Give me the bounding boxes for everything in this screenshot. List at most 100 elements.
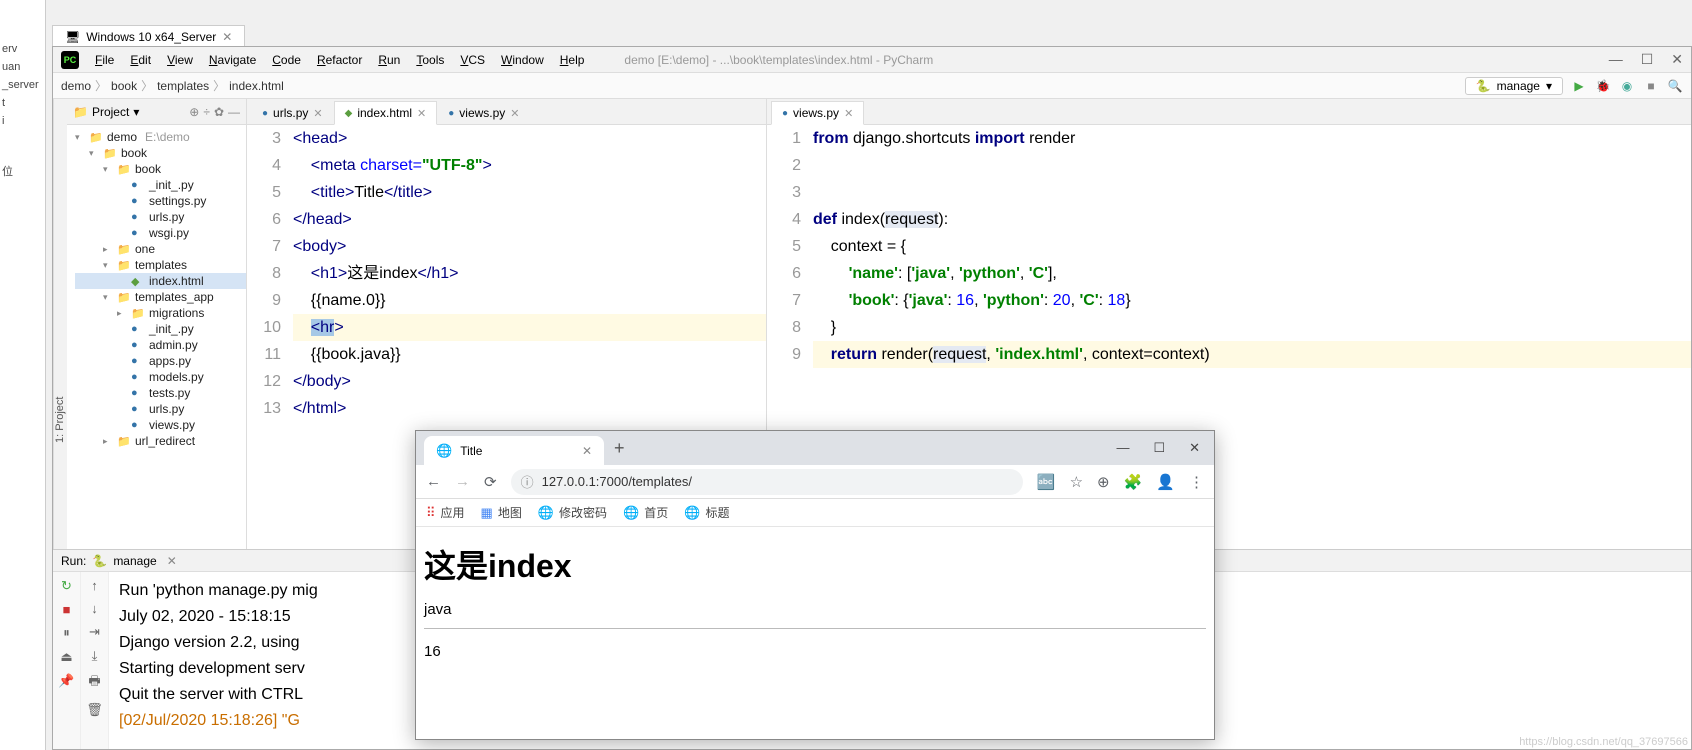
tree-node[interactable]: ●admin.py bbox=[75, 337, 246, 353]
close-icon[interactable]: ✕ bbox=[167, 554, 177, 568]
install-icon[interactable]: ⊕ bbox=[1097, 473, 1110, 491]
extensions-icon[interactable]: 🧩 bbox=[1124, 473, 1143, 491]
back-icon[interactable]: ← bbox=[426, 473, 441, 490]
project-header-label: Project bbox=[92, 105, 129, 119]
editor-tab[interactable]: ●views.py✕ bbox=[437, 101, 530, 125]
pause-icon[interactable]: ⏸ bbox=[63, 625, 70, 641]
rerun-icon[interactable]: ↻ bbox=[61, 578, 72, 594]
editor-tab[interactable]: ●urls.py✕ bbox=[251, 101, 334, 125]
info-icon[interactable]: ⓘ bbox=[521, 472, 534, 491]
menu-view[interactable]: View bbox=[159, 51, 201, 69]
tree-node[interactable]: ●_init_.py bbox=[75, 321, 246, 337]
profile-icon[interactable]: 👤 bbox=[1156, 473, 1175, 491]
menu-icon[interactable]: ⋮ bbox=[1189, 473, 1204, 491]
menu-tools[interactable]: Tools bbox=[408, 51, 452, 69]
page-text-2: 16 bbox=[424, 643, 1206, 660]
gear-icon[interactable]: ✿ bbox=[214, 105, 224, 119]
tree-node[interactable]: ●urls.py bbox=[75, 401, 246, 417]
bookmark-item[interactable]: 🌐修改密码 bbox=[538, 504, 607, 521]
run-config-name: manage bbox=[113, 554, 156, 568]
minimize-icon[interactable]: — bbox=[1116, 440, 1129, 456]
up-icon[interactable]: ↑ bbox=[91, 578, 98, 593]
run-config-dropdown[interactable]: 🐍 manage ▾ bbox=[1465, 77, 1563, 95]
breadcrumb[interactable]: demo〉book〉templates〉index.html bbox=[61, 77, 284, 94]
menu-window[interactable]: Window bbox=[493, 51, 552, 69]
menu-vcs[interactable]: VCS bbox=[452, 51, 493, 69]
close-icon[interactable]: ✕ bbox=[582, 444, 592, 458]
hide-icon[interactable]: — bbox=[228, 105, 240, 119]
tree-node[interactable]: ▸📁url_redirect bbox=[75, 433, 246, 449]
bookmark-item[interactable]: 🌐首页 bbox=[623, 504, 668, 521]
breadcrumb-item[interactable]: demo bbox=[61, 79, 91, 93]
print-icon[interactable]: 🖶 bbox=[88, 672, 100, 694]
new-tab-button[interactable]: + bbox=[614, 438, 625, 459]
bookmark-item[interactable]: ▦地图 bbox=[481, 504, 522, 521]
stop-icon[interactable]: ■ bbox=[63, 602, 71, 617]
search-icon[interactable]: 🔍 bbox=[1667, 78, 1683, 94]
tree-node[interactable]: ▸📁one bbox=[75, 241, 246, 257]
os-left-sidebar: erv uan _server t i 位 bbox=[0, 0, 46, 750]
close-icon[interactable]: ✕ bbox=[1189, 440, 1200, 456]
editor-tabs-right: ●views.py✕ bbox=[767, 99, 1691, 125]
globe-icon: 🌐 bbox=[436, 443, 452, 459]
tree-node[interactable]: ●_init_.py bbox=[75, 177, 246, 193]
menu-navigate[interactable]: Navigate bbox=[201, 51, 264, 69]
tree-node[interactable]: ●urls.py bbox=[75, 209, 246, 225]
forward-icon[interactable]: → bbox=[455, 473, 470, 490]
folder-icon: 📁 bbox=[73, 105, 88, 119]
breadcrumb-item[interactable]: templates bbox=[157, 79, 209, 93]
wrap-icon[interactable]: ⇥ bbox=[89, 624, 100, 640]
translate-icon[interactable]: 🔤 bbox=[1037, 473, 1056, 491]
exit-icon[interactable]: ⏏ bbox=[60, 649, 72, 665]
chevron-down-icon[interactable]: ▾ bbox=[133, 105, 139, 119]
tree-node[interactable]: ●views.py bbox=[75, 417, 246, 433]
divide-icon[interactable]: ÷ bbox=[203, 105, 210, 119]
menu-code[interactable]: Code bbox=[264, 51, 309, 69]
page-content: 这是index java 16 bbox=[416, 527, 1214, 739]
page-heading: 这是index bbox=[424, 541, 1206, 587]
browser-tab[interactable]: 🌐 Title ✕ bbox=[424, 436, 604, 466]
stop-icon[interactable]: ■ bbox=[1643, 78, 1659, 94]
tree-node[interactable]: ▾📁templates_app bbox=[75, 289, 246, 305]
tree-node[interactable]: ●apps.py bbox=[75, 353, 246, 369]
minimize-icon[interactable]: — bbox=[1609, 51, 1623, 68]
menu-edit[interactable]: Edit bbox=[122, 51, 159, 69]
menu-refactor[interactable]: Refactor bbox=[309, 51, 370, 69]
scroll-icon[interactable]: ⤓ bbox=[92, 648, 98, 664]
run-with-coverage-icon[interactable]: ◉ bbox=[1619, 78, 1635, 94]
tree-node[interactable]: ▾📁book bbox=[75, 161, 246, 177]
menu-run[interactable]: Run bbox=[370, 51, 408, 69]
bookmark-item[interactable]: 🌐标题 bbox=[684, 504, 729, 521]
editor-tab[interactable]: ◆index.html✕ bbox=[334, 101, 438, 125]
bookmark-item[interactable]: ⠿应用 bbox=[426, 504, 465, 521]
breadcrumb-item[interactable]: book bbox=[111, 79, 137, 93]
breadcrumb-item[interactable]: index.html bbox=[229, 79, 284, 93]
tree-node[interactable]: ●settings.py bbox=[75, 193, 246, 209]
trash-icon[interactable]: 🗑 bbox=[86, 702, 103, 718]
debug-icon[interactable]: 🐞 bbox=[1595, 78, 1611, 94]
close-icon[interactable]: ✕ bbox=[222, 30, 232, 44]
menu-file[interactable]: File bbox=[87, 51, 122, 69]
close-icon[interactable]: ✕ bbox=[1671, 51, 1683, 68]
run-icon[interactable]: ▶ bbox=[1571, 78, 1587, 94]
tree-node[interactable]: ▾📁templates bbox=[75, 257, 246, 273]
tree-node[interactable]: ▸📁migrations bbox=[75, 305, 246, 321]
address-bar[interactable]: ⓘ 127.0.0.1:7000/templates/ bbox=[511, 469, 1023, 495]
tree-node[interactable]: ●tests.py bbox=[75, 385, 246, 401]
star-icon[interactable]: ☆ bbox=[1070, 473, 1083, 491]
page-text-1: java bbox=[424, 601, 1206, 618]
pin-icon[interactable]: 📌 bbox=[58, 673, 74, 689]
url-text: 127.0.0.1:7000/templates/ bbox=[542, 474, 692, 489]
menu-help[interactable]: Help bbox=[552, 51, 593, 69]
tree-node[interactable]: ●models.py bbox=[75, 369, 246, 385]
tree-node[interactable]: ▾📁book bbox=[75, 145, 246, 161]
editor-tab[interactable]: ●views.py✕ bbox=[771, 101, 864, 125]
reload-icon[interactable]: ⟳ bbox=[484, 473, 497, 491]
maximize-icon[interactable]: ☐ bbox=[1641, 51, 1654, 68]
tree-node[interactable]: ◆index.html bbox=[75, 273, 246, 289]
down-icon[interactable]: ↓ bbox=[91, 601, 98, 616]
tree-node[interactable]: ▾📁demoE:\demo bbox=[75, 129, 246, 145]
tree-node[interactable]: ●wsgi.py bbox=[75, 225, 246, 241]
maximize-icon[interactable]: ☐ bbox=[1153, 440, 1165, 456]
collapse-icon[interactable]: ⊕ bbox=[189, 105, 199, 119]
